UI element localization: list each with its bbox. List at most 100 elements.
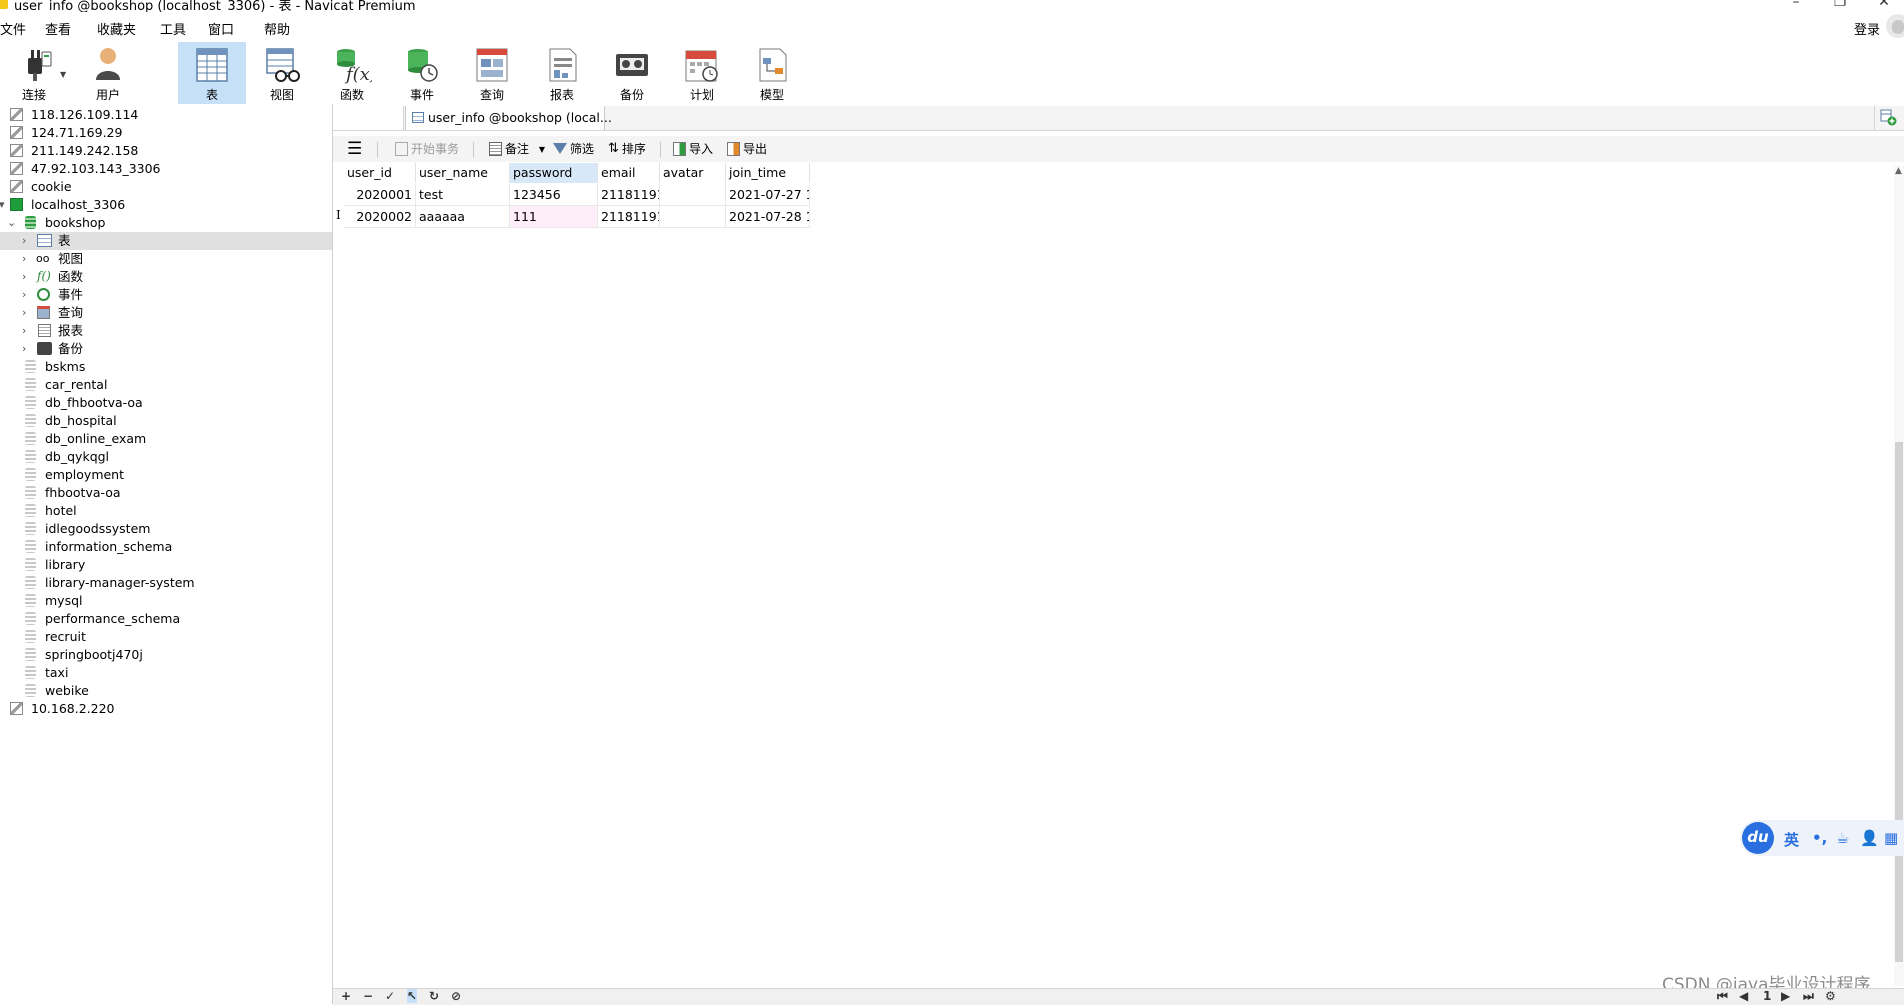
chevron-down-icon[interactable]: ▼	[60, 70, 66, 79]
chevron-right-icon[interactable]: ›	[22, 286, 26, 304]
tree-group-tables[interactable]: › 表	[0, 232, 332, 250]
tree-database[interactable]: bskms	[0, 358, 332, 376]
close-icon[interactable]: ✕	[1874, 0, 1894, 10]
ime-skin-icon[interactable]: ☕	[1836, 829, 1849, 847]
tree-database[interactable]: webike	[0, 682, 332, 700]
tree-group-views[interactable]: › oo 视图	[0, 250, 332, 268]
tree-database[interactable]: mysql	[0, 592, 332, 610]
scroll-up-icon[interactable]: ▲	[1895, 166, 1902, 176]
menu-view[interactable]: 查看	[45, 19, 71, 38]
begin-transaction-button[interactable]: 开始事务	[395, 140, 459, 158]
ribbon-table-button[interactable]: 表	[178, 42, 246, 104]
tree-group-backups[interactable]: › 备份	[0, 340, 332, 358]
page-number[interactable]: 1	[1763, 989, 1771, 1003]
add-record-icon[interactable]: +	[341, 989, 351, 1003]
menu-favorites[interactable]: 收藏夹	[97, 19, 136, 38]
apply-changes-icon[interactable]: ✓	[385, 989, 395, 1003]
tree-database[interactable]: car_rental	[0, 376, 332, 394]
export-button[interactable]: 导出	[727, 140, 767, 158]
sort-button[interactable]: ⇅ 排序	[608, 140, 646, 158]
scrollbar-thumb[interactable]	[1895, 442, 1903, 962]
chevron-down-icon[interactable]: ⌄	[7, 214, 16, 232]
ribbon-backup-button[interactable]: 备份	[598, 42, 666, 104]
tree-database[interactable]: springbootj470j	[0, 646, 332, 664]
chevron-right-icon[interactable]: ›	[22, 232, 26, 250]
chevron-right-icon[interactable]: ›	[22, 322, 26, 340]
menu-window[interactable]: 窗口	[208, 19, 234, 38]
avatar[interactable]	[1886, 14, 1904, 38]
next-page-icon[interactable]: ▶	[1781, 989, 1790, 1003]
column-header-email[interactable]: email	[598, 163, 660, 183]
tree-database[interactable]: library	[0, 556, 332, 574]
table-cell-editing[interactable]: 111	[510, 206, 598, 228]
ime-language-toggle[interactable]: 英	[1784, 829, 1799, 850]
tree-connection[interactable]: 47.92.103.143_3306	[0, 160, 332, 178]
ribbon-event-button[interactable]: 事件	[388, 42, 456, 104]
vertical-scrollbar[interactable]: ▲	[1894, 166, 1904, 986]
table-cell[interactable]: aaaaaa	[416, 206, 510, 228]
gear-icon[interactable]: ⚙	[1825, 989, 1836, 1003]
table-cell[interactable]: 2021-07-27 1:	[726, 184, 810, 206]
ribbon-model-button[interactable]: 模型	[738, 42, 806, 104]
table-cell[interactable]	[660, 206, 726, 228]
tree-connection[interactable]: 10.168.2.220	[0, 700, 332, 718]
table-cell[interactable]: 123456	[510, 184, 598, 206]
login-button[interactable]: 登录	[1854, 19, 1880, 38]
tree-database[interactable]: db_online_exam	[0, 430, 332, 448]
chevron-right-icon[interactable]: ›	[22, 268, 26, 286]
objects-tab[interactable]	[333, 106, 404, 130]
tree-database[interactable]: db_qykqgl	[0, 448, 332, 466]
chevron-down-icon[interactable]: ▼	[539, 145, 545, 154]
chevron-right-icon[interactable]: ›	[22, 250, 26, 268]
delete-record-icon[interactable]: −	[363, 989, 373, 1003]
chevron-right-icon[interactable]: ›	[22, 340, 26, 358]
cursor-icon[interactable]: ↖	[407, 989, 418, 1003]
stop-icon[interactable]: ⊘	[451, 989, 461, 1003]
table-cell[interactable]: test	[416, 184, 510, 206]
tree-group-events[interactable]: › 事件	[0, 286, 332, 304]
ribbon-connection-button[interactable]: 连接 ▼	[0, 42, 68, 104]
tree-database[interactable]: library-manager-system	[0, 574, 332, 592]
tree-database[interactable]: taxi	[0, 664, 332, 682]
tree-database[interactable]: performance_schema	[0, 610, 332, 628]
restore-icon[interactable]: ❐	[1830, 0, 1850, 10]
ribbon-schedule-button[interactable]: 计划	[668, 42, 736, 104]
tree-database[interactable]: hotel	[0, 502, 332, 520]
menu-tools[interactable]: 工具	[160, 19, 186, 38]
tree-connection-active[interactable]: ▾ localhost_3306	[0, 196, 332, 214]
tree-database[interactable]: db_hospital	[0, 412, 332, 430]
table-cell[interactable]	[660, 184, 726, 206]
ribbon-report-button[interactable]: 报表	[528, 42, 596, 104]
tree-database[interactable]: information_schema	[0, 538, 332, 556]
tree-group-reports[interactable]: › 报表	[0, 322, 332, 340]
chevron-down-icon[interactable]: ▾	[0, 196, 5, 214]
refresh-icon[interactable]: ↻	[429, 989, 439, 1003]
tree-database[interactable]: idlegoodssystem	[0, 520, 332, 538]
import-button[interactable]: 导入	[673, 140, 713, 158]
hamburger-menu-icon[interactable]: ☰	[347, 139, 362, 159]
tree-database[interactable]: db_fhbootva-oa	[0, 394, 332, 412]
tree-connection[interactable]: cookie	[0, 178, 332, 196]
ribbon-query-button[interactable]: 查询	[458, 42, 526, 104]
tree-connection[interactable]: 211.149.242.158	[0, 142, 332, 160]
table-cell[interactable]: 2021-07-28 1:	[726, 206, 810, 228]
minimize-icon[interactable]: –	[1786, 0, 1806, 10]
menu-file[interactable]: 文件	[0, 19, 26, 38]
last-page-icon[interactable]: ⏭	[1803, 989, 1814, 1004]
tree-database[interactable]: employment	[0, 466, 332, 484]
tree-database[interactable]: recruit	[0, 628, 332, 646]
ribbon-function-button[interactable]: f(x) 函数	[318, 42, 386, 104]
ime-punctuation-toggle[interactable]: •,	[1812, 829, 1827, 847]
memo-button[interactable]: 备注 ▼	[489, 140, 545, 158]
column-header-user-id[interactable]: user_id	[344, 163, 416, 183]
ribbon-view-button[interactable]: 视图	[248, 42, 316, 104]
tree-database[interactable]: fhbootva-oa	[0, 484, 332, 502]
chevron-right-icon[interactable]: ›	[22, 304, 26, 322]
ime-grid-icon[interactable]: ▦	[1884, 829, 1898, 847]
column-header-password[interactable]: password	[510, 163, 598, 183]
tree-group-functions[interactable]: › f() 函数	[0, 268, 332, 286]
tab-user-info[interactable]: user_info @bookshop (local...	[405, 106, 612, 130]
tree-database-active[interactable]: ⌄ bookshop	[0, 214, 332, 232]
column-header-avatar[interactable]: avatar	[660, 163, 726, 183]
first-page-icon[interactable]: ⏮	[1717, 989, 1728, 1004]
